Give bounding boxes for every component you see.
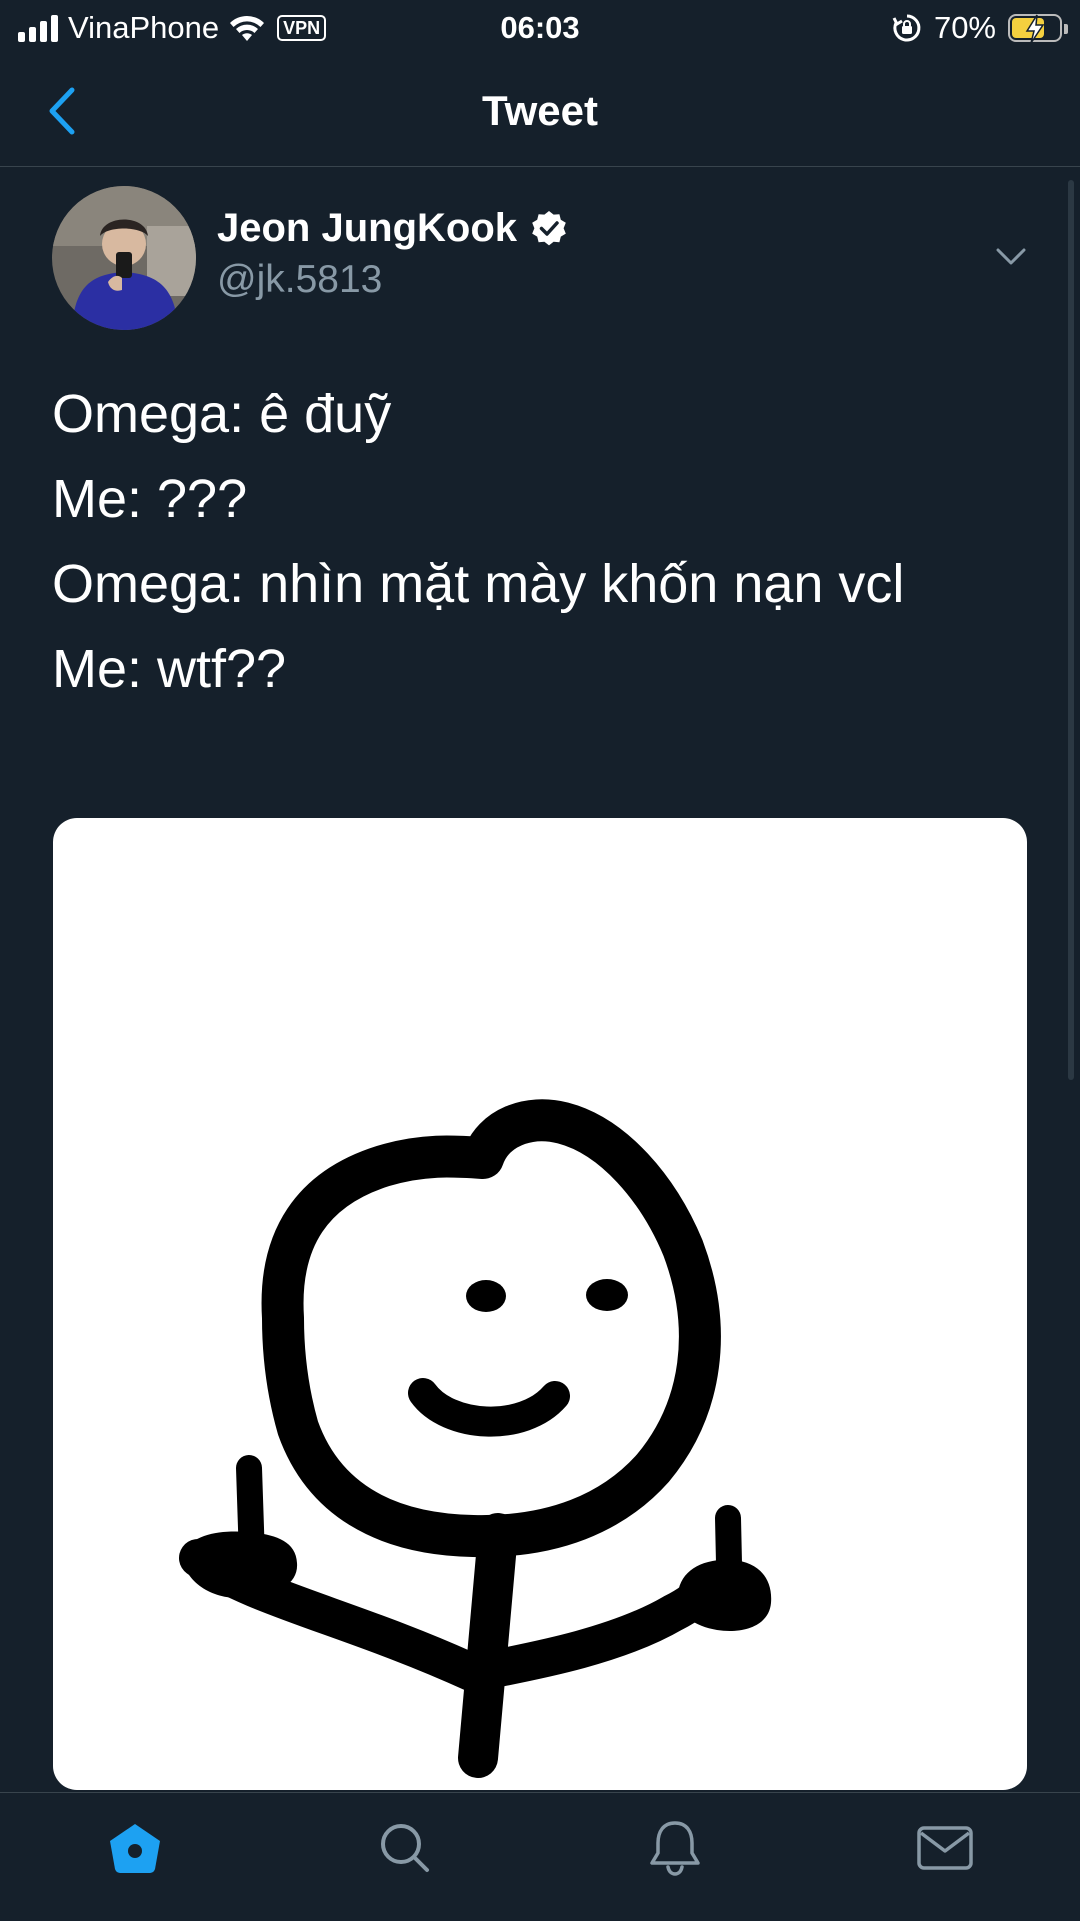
tab-bar xyxy=(0,1792,1080,1921)
tweet-line: Omega: ê đuỹ xyxy=(52,384,392,444)
scrollbar[interactable] xyxy=(1068,180,1074,1080)
tweet-line: Me: ??? xyxy=(52,469,248,529)
home-icon xyxy=(110,1824,160,1873)
charging-bolt-icon xyxy=(1025,14,1045,44)
tweet-media-image[interactable] xyxy=(53,818,1027,1790)
tab-home[interactable] xyxy=(0,1793,270,1921)
battery-icon xyxy=(1008,14,1068,44)
verified-badge-icon xyxy=(532,210,566,245)
bell-icon xyxy=(650,1821,700,1876)
status-bar: VinaPhone VPN 06:03 70% xyxy=(0,0,1080,56)
author-name[interactable]: Jeon JungKook xyxy=(217,206,517,251)
page-title: Tweet xyxy=(482,87,598,134)
search-icon xyxy=(381,1824,429,1872)
stick-figure-meme-image xyxy=(179,1099,772,1778)
nav-header: Tweet xyxy=(0,56,1080,167)
rotation-lock-icon xyxy=(892,14,921,42)
chevron-down-icon[interactable] xyxy=(994,240,1028,274)
avatar[interactable] xyxy=(52,186,196,330)
tab-notifications[interactable] xyxy=(540,1793,810,1921)
tweet-text: Omega: ê đuỹ Me: ??? Omega: nhìn mặt mày… xyxy=(52,372,1032,712)
tweet-line: Me: wtf?? xyxy=(52,639,287,699)
status-bar-right: 70% xyxy=(892,6,1068,50)
mail-icon xyxy=(917,1826,973,1870)
author-name-row[interactable]: Jeon JungKook xyxy=(217,206,569,251)
author-handle[interactable]: @jk.5813 xyxy=(217,258,382,302)
battery-percent: 70% xyxy=(933,10,996,45)
tab-messages[interactable] xyxy=(810,1793,1080,1921)
tweet-line: Omega: nhìn mặt mày khốn nạn vcl xyxy=(52,554,905,614)
tab-search[interactable] xyxy=(270,1793,540,1921)
